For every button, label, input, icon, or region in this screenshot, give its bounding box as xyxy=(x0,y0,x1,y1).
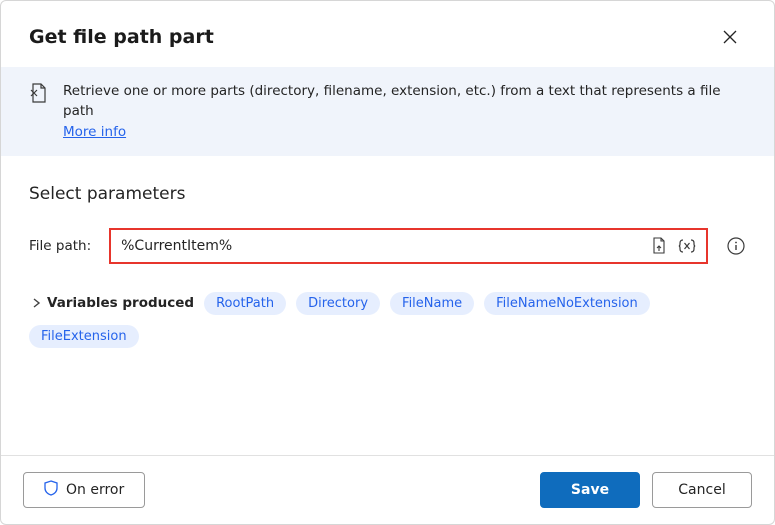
more-info-link[interactable]: More info xyxy=(63,124,126,140)
var-pill-filename[interactable]: FileName xyxy=(390,292,474,315)
close-button[interactable] xyxy=(714,21,746,53)
dialog: Get file path part Retrieve one or more … xyxy=(0,0,775,525)
file-select-icon xyxy=(651,237,667,255)
var-pill-fileextension[interactable]: FileExtension xyxy=(29,325,139,348)
info-text: Retrieve one or more parts (directory, f… xyxy=(63,81,746,142)
variable-icon xyxy=(678,238,696,254)
variables-toggle[interactable]: Variables produced xyxy=(29,295,194,311)
variables-label: Variables produced xyxy=(47,295,194,311)
var-pill-directory[interactable]: Directory xyxy=(296,292,380,315)
dialog-body: Select parameters File path: xyxy=(1,156,774,455)
footer-right: Save Cancel xyxy=(540,472,752,508)
file-path-label: File path: xyxy=(29,238,91,254)
dialog-header: Get file path part xyxy=(1,1,774,67)
cancel-button[interactable]: Cancel xyxy=(652,472,752,508)
chevron-right-icon xyxy=(29,296,43,310)
file-info-icon xyxy=(29,81,49,108)
dialog-footer: On error Save Cancel xyxy=(1,455,774,524)
file-path-input[interactable] xyxy=(121,238,642,254)
section-title: Select parameters xyxy=(29,184,746,204)
info-bar: Retrieve one or more parts (directory, f… xyxy=(1,67,774,156)
info-circle-icon xyxy=(727,237,745,255)
var-pill-rootpath[interactable]: RootPath xyxy=(204,292,286,315)
save-button[interactable]: Save xyxy=(540,472,640,508)
shield-icon xyxy=(44,480,58,500)
file-path-input-wrap xyxy=(109,228,708,264)
info-description: Retrieve one or more parts (directory, f… xyxy=(63,83,721,119)
close-icon xyxy=(723,30,737,44)
var-pill-filenamenoext[interactable]: FileNameNoExtension xyxy=(484,292,650,315)
variables-row: Variables produced RootPath Directory Fi… xyxy=(29,292,746,348)
variable-picker-button[interactable] xyxy=(676,235,698,257)
select-file-button[interactable] xyxy=(648,235,670,257)
on-error-label: On error xyxy=(66,482,124,498)
file-path-info-button[interactable] xyxy=(726,236,746,256)
file-path-row: File path: xyxy=(29,228,746,264)
dialog-title: Get file path part xyxy=(29,26,214,48)
on-error-button[interactable]: On error xyxy=(23,472,145,508)
